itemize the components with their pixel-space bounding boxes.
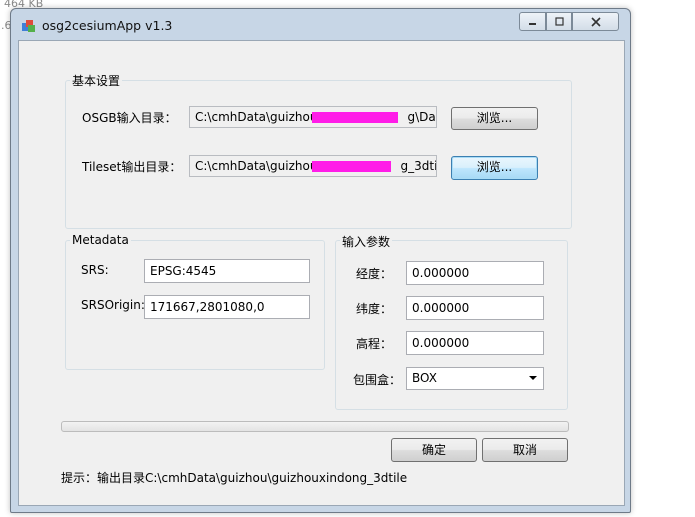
chevron-down-icon [529,376,537,380]
bbox-select[interactable]: BOX [406,367,544,390]
cancel-button[interactable]: 取消 [482,438,568,462]
tileset-path-prefix: C:\cmhData\guizhou\ [195,159,322,173]
window-title: osg2cesiumApp v1.3 [42,18,173,33]
min-icon [529,23,536,25]
ok-button[interactable]: 确定 [391,438,477,462]
title-bar[interactable]: osg2cesiumApp v1.3 [11,9,630,39]
osgb-path-prefix: C:\cmhData\guizhou\ [195,110,322,124]
close-button[interactable] [572,12,619,31]
progress-bar [61,421,569,432]
bbox-selected-value: BOX [412,371,437,385]
basic-settings-label: 基本设置 [70,72,123,89]
input-params-label: 输入参数 [340,233,393,250]
close-icon [590,16,601,27]
srs-label: SRS: [81,263,109,277]
tileset-path-suffix: g_3dtile [400,159,437,173]
max-icon [554,17,564,26]
osgb-input-label: OSGB输入目录： [82,111,177,125]
latitude-label: 纬度： [356,302,393,316]
tileset-redaction [312,161,391,172]
longitude-label: 经度： [356,267,393,281]
app-window: osg2cesiumApp v1.3 基本设置 OSGB输入目录： C:\cmh… [10,8,631,513]
osgb-path-suffix: g\Data [407,110,436,124]
latitude-input[interactable]: 0.000000 [406,296,544,320]
osgb-input-field[interactable]: C:\cmhData\guizhou\ g\Data [189,106,437,128]
srs-input[interactable]: EPSG:4545 [144,259,310,283]
longitude-input[interactable]: 0.000000 [406,261,544,285]
maximize-button[interactable] [546,12,572,31]
osgb-browse-button[interactable]: 浏览... [451,107,538,130]
minimize-button[interactable] [519,12,546,31]
tileset-output-label: Tileset输出目录： [82,160,182,174]
srs-origin-input[interactable]: 171667,2801080,0 [144,295,310,319]
dialog-client: 基本设置 OSGB输入目录： C:\cmhData\guizhou\ g\Data… [18,40,625,506]
tileset-output-field[interactable]: C:\cmhData\guizhou\ g_3dtile [189,155,437,177]
status-hint: 提示：输出目录C:\cmhData\guizhou\guizhouxindong… [61,471,408,485]
app-icon [22,20,35,32]
srs-origin-label: SRSOrigin: [81,298,145,312]
height-input[interactable]: 0.000000 [406,331,544,355]
bbox-label: 包围盒： [353,373,402,387]
height-label: 高程： [356,337,393,351]
metadata-group-label: Metadata [70,233,131,247]
osgb-redaction [312,112,398,123]
tileset-browse-button[interactable]: 浏览... [451,156,538,180]
